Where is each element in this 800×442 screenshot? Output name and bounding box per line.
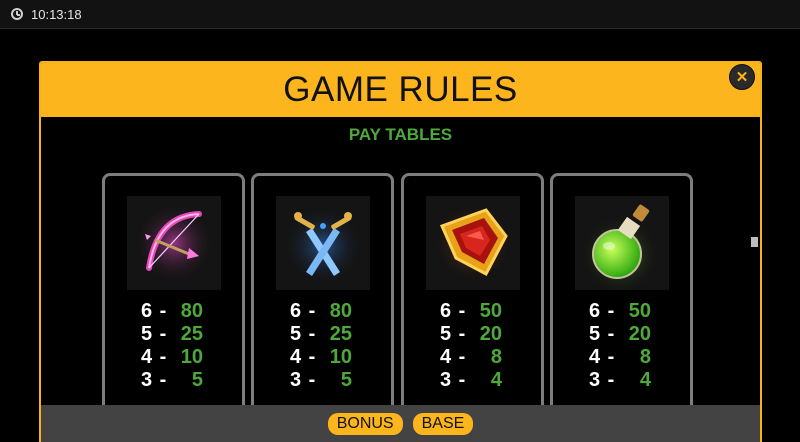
pay-count: 3 xyxy=(290,369,302,391)
paytable-values: 6-80 5-25 4-10 3-5 xyxy=(141,300,221,392)
paytable-values: 6-80 5-25 4-10 3-5 xyxy=(290,300,370,392)
paytable-values: 6-50 5-20 4-8 3-4 xyxy=(589,300,669,392)
pay-dash: - xyxy=(159,346,167,368)
shield-icon xyxy=(426,196,520,290)
pay-count: 6 xyxy=(440,300,452,322)
pay-value: 4 xyxy=(490,369,502,391)
pay-dash: - xyxy=(308,323,316,345)
pay-row: 4-10 xyxy=(141,346,221,369)
pay-count: 3 xyxy=(440,369,452,391)
bonus-tab-button[interactable]: BONUS xyxy=(327,412,403,435)
pay-value: 5 xyxy=(340,369,352,391)
game-rules-modal: GAME RULES ✕ PAY TABLES 6 - 80 5 - 25 4 … xyxy=(39,61,762,442)
pay-count: 4 xyxy=(141,346,153,368)
pay-value: 25 xyxy=(180,323,203,345)
paytable-card-shield: 6-50 5-20 4-8 3-4 xyxy=(401,173,544,413)
scrollbar-thumb[interactable] xyxy=(751,237,758,247)
potion-icon xyxy=(575,196,669,290)
paytable-card-bow: 6-80 5-25 4-10 3-5 xyxy=(102,173,245,413)
status-bar: 10:13:18 xyxy=(0,0,800,29)
pay-dash: - xyxy=(607,300,615,322)
bow-arrow-icon xyxy=(127,196,221,290)
base-tab-button[interactable]: BASE xyxy=(412,412,474,435)
pay-value: 10 xyxy=(329,346,352,368)
pay-value: 20 xyxy=(479,323,502,345)
pay-row: 5-25 xyxy=(290,323,370,346)
pay-value: 8 xyxy=(490,346,502,368)
pay-value: 25 xyxy=(329,323,352,345)
clock-icon xyxy=(11,8,23,20)
pay-dash: - xyxy=(458,369,466,391)
pay-dash: - xyxy=(159,323,167,345)
pay-value: 5 xyxy=(191,369,203,391)
pay-row: 5-20 xyxy=(589,323,669,346)
pay-row: 4- 8 xyxy=(440,346,520,369)
pay-count: 4 xyxy=(290,346,302,368)
pay-dash: - xyxy=(458,323,466,345)
pay-dash: - xyxy=(458,300,466,322)
pay-value: 50 xyxy=(479,300,502,322)
pay-row: 3- 4 xyxy=(589,369,669,392)
close-button[interactable]: ✕ xyxy=(729,64,755,90)
pay-tables-title: PAY TABLES xyxy=(348,125,453,144)
paytable-card-swords: 6-80 5-25 4-10 3-5 xyxy=(251,173,394,413)
pay-dash: - xyxy=(607,369,615,391)
pay-row: 6-50 xyxy=(589,300,669,323)
paytable-values: 6-50 5-20 4-8 3-4 xyxy=(440,300,520,392)
pay-count: 3 xyxy=(141,369,153,391)
pay-count: 4 xyxy=(589,346,601,368)
pay-row: 6-80 xyxy=(141,300,221,323)
pay-value: 4 xyxy=(639,369,651,391)
pay-dash: - xyxy=(308,369,316,391)
pay-value: 8 xyxy=(639,346,651,368)
pay-row: 3- 4 xyxy=(440,369,520,392)
pay-row: 3- 5 xyxy=(141,369,221,392)
pay-value: 10 xyxy=(180,346,203,368)
pay-count: 5 xyxy=(141,323,153,345)
pay-row: 4- 8 xyxy=(589,346,669,369)
pay-dash: - xyxy=(458,346,466,368)
paytable-card-potion: 6-50 5-20 4-8 3-4 xyxy=(550,173,693,413)
pay-dash: - xyxy=(607,323,615,345)
pay-dash: - xyxy=(607,346,615,368)
pay-value: 80 xyxy=(180,300,203,322)
pay-row: 4-10 xyxy=(290,346,370,369)
pay-count: 3 xyxy=(589,369,601,391)
pay-dash: - xyxy=(159,369,167,391)
pay-dash: - xyxy=(308,300,316,322)
modal-footer: BONUS BASE xyxy=(41,405,760,442)
modal-header: GAME RULES ✕ xyxy=(41,63,760,117)
pay-dash: - xyxy=(308,346,316,368)
pay-row: 6-50 xyxy=(440,300,520,323)
close-icon: ✕ xyxy=(735,68,749,86)
pay-count: 5 xyxy=(440,323,452,345)
pay-row: 6-80 xyxy=(290,300,370,323)
pay-value: 20 xyxy=(628,323,651,345)
pay-row: 5-20 xyxy=(440,323,520,346)
pay-count: 5 xyxy=(589,323,601,345)
pay-row: 3- 5 xyxy=(290,369,370,392)
pay-count: 5 xyxy=(290,323,302,345)
pay-count: 6 xyxy=(290,300,302,322)
pay-count: 4 xyxy=(440,346,452,368)
pay-count: 6 xyxy=(141,300,153,322)
pay-value: 50 xyxy=(628,300,651,322)
clock-time: 10:13:18 xyxy=(31,6,82,22)
pay-row: 5-25 xyxy=(141,323,221,346)
pay-count: 6 xyxy=(589,300,601,322)
pay-value: 80 xyxy=(329,300,352,322)
crossed-swords-icon xyxy=(276,196,370,290)
pay-dash: - xyxy=(159,300,167,322)
modal-title: GAME RULES xyxy=(283,70,518,109)
